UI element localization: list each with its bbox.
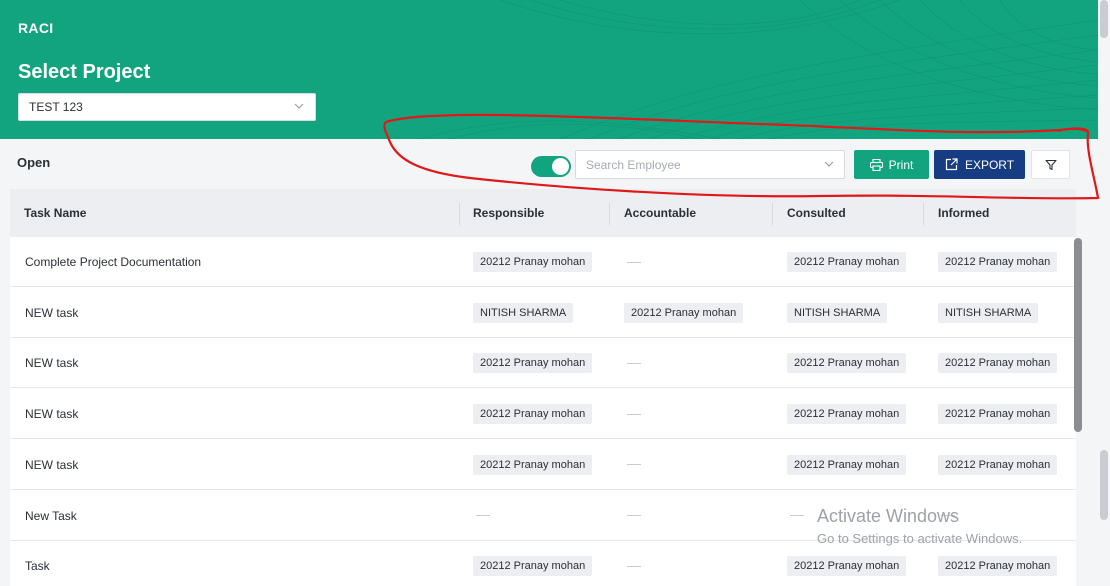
status-label: Open bbox=[17, 155, 51, 170]
responsible-tag[interactable]: 20212 Pranay mohan bbox=[473, 353, 593, 374]
page-scrollbar-thumb-lower[interactable] bbox=[1100, 450, 1108, 520]
toggle-knob bbox=[552, 158, 569, 175]
accountable-cell bbox=[624, 237, 641, 287]
accountable-cell: 20212 Pranay mohan bbox=[624, 288, 744, 338]
export-button-label: EXPORT bbox=[964, 157, 1015, 172]
responsible-tag[interactable]: 20212 Pranay mohan bbox=[473, 252, 593, 272]
informed-tag[interactable]: 20212 Pranay mohan bbox=[938, 353, 1058, 374]
table-header: Task Name Responsible Accountable Consul… bbox=[10, 189, 1076, 237]
responsible-tag[interactable]: NITISH SHARMA bbox=[473, 302, 574, 323]
table-scrollbar-thumb[interactable] bbox=[1074, 238, 1082, 432]
empty-dash bbox=[627, 565, 641, 567]
responsible-cell: 20212 Pranay mohan bbox=[473, 338, 593, 388]
responsible-cell: NITISH SHARMA bbox=[473, 288, 574, 338]
table-row[interactable]: Complete Project Documentation 20212 Pran… bbox=[10, 237, 1076, 287]
activate-windows-subtitle: Go to Settings to activate Windows. bbox=[817, 531, 1023, 546]
responsible-tag[interactable]: 20212 Pranay mohan bbox=[473, 404, 593, 425]
table-row[interactable]: NEW task NITISH SHARMA 20212 Pranay mohan N… bbox=[10, 287, 1076, 338]
informed-cell: 20212 Pranay mohan bbox=[938, 237, 1058, 287]
filter-button[interactable] bbox=[1031, 150, 1070, 179]
empty-dash bbox=[627, 413, 641, 415]
filter-icon bbox=[1044, 159, 1057, 170]
accountable-cell bbox=[624, 389, 641, 439]
table-row[interactable]: NEW task 20212 Pranay mohan 20212 Pranay m… bbox=[10, 389, 1076, 440]
print-button-label: Print bbox=[888, 157, 914, 172]
empty-dash bbox=[627, 362, 641, 364]
task-name-cell[interactable]: Task bbox=[25, 541, 50, 586]
consulted-tag[interactable]: 20212 Pranay mohan bbox=[787, 556, 907, 577]
column-header-responsible[interactable]: Responsible bbox=[459, 189, 609, 237]
consulted-cell bbox=[787, 491, 804, 541]
page-scrollbar-thumb[interactable] bbox=[1100, 0, 1108, 38]
consulted-cell: NITISH SHARMA bbox=[787, 288, 888, 338]
informed-cell: NITISH SHARMA bbox=[938, 288, 1039, 338]
consulted-tag[interactable]: NITISH SHARMA bbox=[787, 302, 888, 323]
informed-tag[interactable]: 20212 Pranay mohan bbox=[938, 556, 1058, 577]
responsible-tag[interactable]: 20212 Pranay mohan bbox=[473, 454, 593, 475]
empty-dash bbox=[627, 261, 641, 263]
accountable-cell bbox=[624, 338, 641, 388]
activate-windows-title: Activate Windows bbox=[817, 506, 960, 526]
column-header-informed[interactable]: Informed bbox=[924, 189, 1076, 237]
accountable-tag[interactable]: 20212 Pranay mohan bbox=[624, 302, 744, 323]
print-button[interactable]: Print bbox=[854, 150, 929, 179]
search-employee-select[interactable]: Search Employee bbox=[575, 150, 845, 179]
project-select-value: TEST 123 bbox=[29, 100, 83, 114]
export-button[interactable]: EXPORT bbox=[934, 150, 1025, 179]
page-scrollbar[interactable] bbox=[1098, 0, 1110, 586]
informed-cell: 20212 Pranay mohan bbox=[938, 440, 1058, 490]
header-banner: RACI Select Project TEST 123 bbox=[0, 0, 1098, 139]
task-name-cell[interactable]: NEW task bbox=[25, 288, 78, 338]
consulted-cell: 20212 Pranay mohan bbox=[787, 440, 907, 490]
table-row[interactable]: Task 20212 Pranay mohan 20212 Pranay mohan… bbox=[10, 541, 1076, 586]
page-title: Select Project bbox=[18, 61, 151, 83]
accountable-cell bbox=[624, 440, 641, 490]
empty-dash bbox=[476, 515, 490, 516]
task-name-cell[interactable]: NEW task bbox=[25, 338, 78, 388]
task-name-cell[interactable]: NEW task bbox=[25, 389, 78, 439]
responsible-cell: 20212 Pranay mohan bbox=[473, 541, 593, 586]
informed-cell: 20212 Pranay mohan bbox=[938, 338, 1058, 388]
informed-cell: 20212 Pranay mohan bbox=[938, 389, 1058, 439]
filter-toggle[interactable] bbox=[531, 156, 571, 177]
consulted-cell: 20212 Pranay mohan bbox=[787, 389, 907, 439]
empty-dash bbox=[627, 515, 641, 516]
table-row[interactable]: NEW task 20212 Pranay mohan 20212 Pranay m… bbox=[10, 338, 1076, 389]
responsible-cell bbox=[473, 491, 490, 541]
consulted-tag[interactable]: 20212 Pranay mohan bbox=[787, 404, 907, 425]
consulted-cell: 20212 Pranay mohan bbox=[787, 541, 907, 586]
accountable-cell bbox=[624, 541, 641, 586]
app-title: RACI bbox=[18, 20, 54, 36]
column-header-accountable[interactable]: Accountable bbox=[610, 189, 773, 237]
informed-tag[interactable]: 20212 Pranay mohan bbox=[938, 252, 1058, 272]
column-header-task-name[interactable]: Task Name bbox=[10, 189, 460, 237]
column-header-consulted[interactable]: Consulted bbox=[773, 189, 924, 237]
consulted-tag[interactable]: 20212 Pranay mohan bbox=[787, 454, 907, 475]
responsible-cell: 20212 Pranay mohan bbox=[473, 440, 593, 490]
empty-dash bbox=[790, 515, 804, 516]
consulted-tag[interactable]: 20212 Pranay mohan bbox=[787, 252, 907, 272]
printer-icon bbox=[869, 158, 883, 171]
responsible-tag[interactable]: 20212 Pranay mohan bbox=[473, 556, 593, 577]
consulted-cell: 20212 Pranay mohan bbox=[787, 237, 907, 287]
informed-tag[interactable]: 20212 Pranay mohan bbox=[938, 404, 1058, 425]
project-select[interactable]: TEST 123 bbox=[18, 93, 316, 121]
table-row[interactable]: NEW task 20212 Pranay mohan 20212 Pranay m… bbox=[10, 439, 1076, 490]
responsible-cell: 20212 Pranay mohan bbox=[473, 237, 593, 287]
chevron-down-icon bbox=[294, 103, 304, 109]
task-name-cell[interactable]: NEW task bbox=[25, 440, 78, 490]
informed-tag[interactable]: NITISH SHARMA bbox=[938, 302, 1039, 323]
consulted-cell: 20212 Pranay mohan bbox=[787, 338, 907, 388]
informed-cell: 20212 Pranay mohan bbox=[938, 541, 1058, 586]
consulted-tag[interactable]: 20212 Pranay mohan bbox=[787, 353, 907, 374]
empty-dash bbox=[627, 464, 641, 466]
task-name-cell[interactable]: Complete Project Documentation bbox=[25, 237, 201, 287]
task-name-cell[interactable]: New Task bbox=[25, 491, 77, 541]
responsible-cell: 20212 Pranay mohan bbox=[473, 389, 593, 439]
search-employee-placeholder: Search Employee bbox=[586, 157, 681, 172]
external-link-icon bbox=[945, 158, 958, 171]
accountable-cell bbox=[624, 491, 641, 541]
chevron-down-icon bbox=[824, 161, 834, 167]
informed-tag[interactable]: 20212 Pranay mohan bbox=[938, 454, 1058, 475]
